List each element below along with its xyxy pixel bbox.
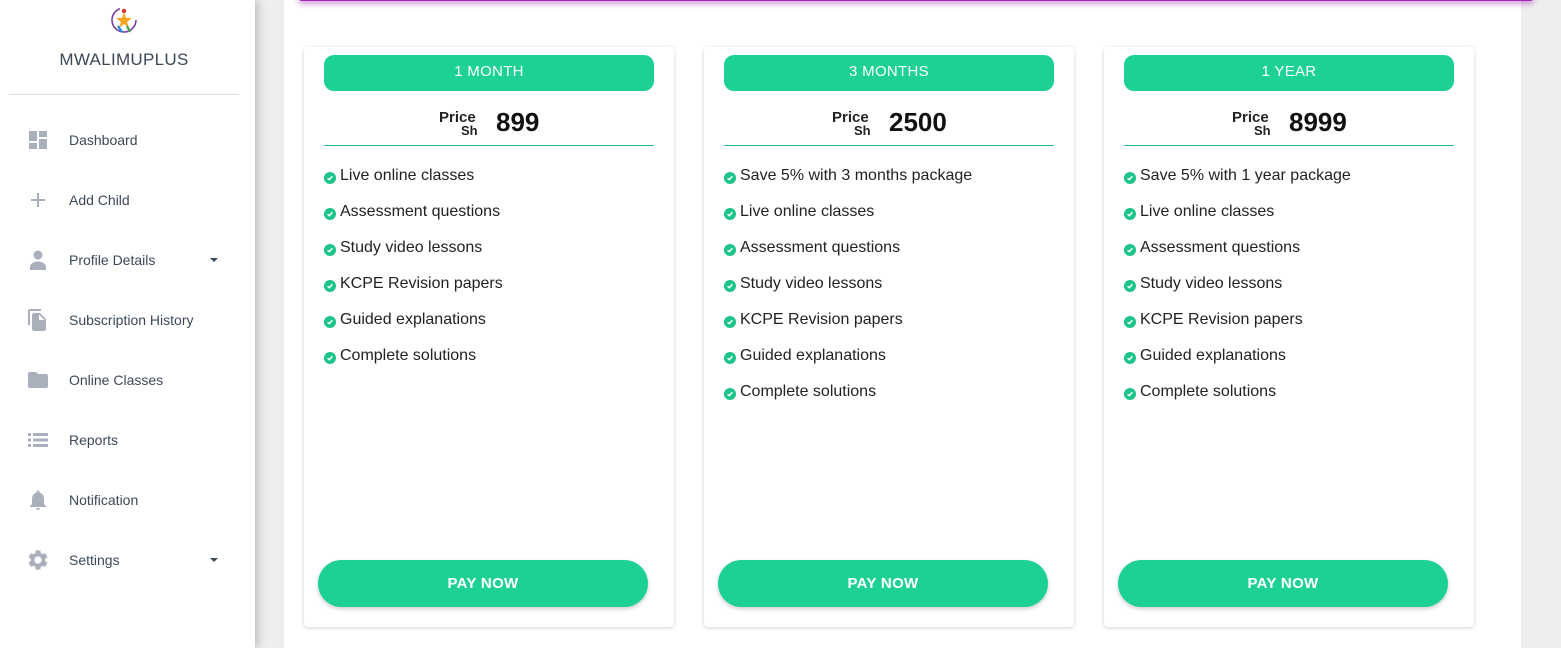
- price-currency: Sh: [854, 123, 871, 138]
- sidebar-item-add-child[interactable]: Add Child: [20, 180, 235, 220]
- feature-item: Live online classes: [724, 203, 972, 239]
- check-circle-icon: [724, 244, 736, 256]
- check-circle-icon: [324, 280, 336, 292]
- plan-title: 1 YEAR: [1124, 55, 1454, 91]
- sidebar-item-subscription-history[interactable]: Subscription History: [20, 300, 235, 340]
- check-circle-icon: [724, 280, 736, 292]
- check-circle-icon: [1124, 280, 1136, 292]
- sidebar-item-label: Online Classes: [69, 372, 164, 388]
- feature-item: Study video lessons: [724, 275, 972, 311]
- brand-name: MWALIMUPLUS: [59, 50, 189, 69]
- check-circle-icon: [1124, 388, 1136, 400]
- check-circle-icon: [724, 172, 736, 184]
- price-value: 2500: [889, 107, 947, 137]
- feature-item: Study video lessons: [1124, 275, 1351, 311]
- chevron-down-icon[interactable]: [210, 258, 218, 262]
- check-circle-icon: [724, 316, 736, 328]
- feature-item: Live online classes: [1124, 203, 1351, 239]
- feature-item: Assessment questions: [724, 239, 972, 275]
- feature-item: Guided explanations: [724, 347, 972, 383]
- logo-area: MWALIMUPLUS: [9, 0, 239, 95]
- feature-list: Live online classes Assessment questions…: [324, 167, 503, 383]
- pay-now-button[interactable]: PAY NOW: [1118, 560, 1448, 607]
- chevron-down-icon[interactable]: [210, 558, 218, 562]
- feature-item: Live online classes: [324, 167, 503, 203]
- header-strip: [298, 0, 1534, 1]
- plan-title: 1 MONTH: [324, 55, 654, 91]
- feature-item: Complete solutions: [724, 383, 972, 419]
- sidebar-item-dashboard[interactable]: Dashboard: [20, 120, 235, 160]
- price-currency: Sh: [1254, 123, 1271, 138]
- file-copy-icon: [20, 300, 58, 340]
- plan-title: 3 MONTHS: [724, 55, 1054, 91]
- feature-item: Complete solutions: [324, 347, 503, 383]
- list-icon: [20, 420, 58, 460]
- feature-item: Assessment questions: [324, 203, 503, 239]
- price-value: 899: [496, 107, 540, 137]
- feature-item: Save 5% with 1 year package: [1124, 167, 1351, 203]
- bell-icon: [20, 480, 58, 520]
- sidebar-item-reports[interactable]: Reports: [20, 420, 235, 460]
- check-circle-icon: [1124, 316, 1136, 328]
- check-circle-icon: [324, 352, 336, 364]
- sidebar-item-notification[interactable]: Notification: [20, 480, 235, 520]
- check-circle-icon: [324, 316, 336, 328]
- person-icon: [20, 240, 58, 280]
- feature-item: Complete solutions: [1124, 383, 1351, 419]
- check-circle-icon: [324, 172, 336, 184]
- check-circle-icon: [324, 208, 336, 220]
- feature-list: Save 5% with 1 year package Live online …: [1124, 167, 1351, 419]
- check-circle-icon: [324, 244, 336, 256]
- sidebar-item-label: Reports: [69, 432, 119, 448]
- check-circle-icon: [724, 352, 736, 364]
- folder-icon: [20, 360, 58, 400]
- sidebar-item-label: Profile Details: [69, 252, 156, 268]
- plan-card-3-months: 3 MONTHS Price Sh 2500 Save 5% with 3 mo…: [704, 47, 1074, 627]
- sidebar-item-label: Subscription History: [69, 312, 194, 328]
- price-value: 8999: [1289, 107, 1347, 137]
- feature-item: KCPE Revision papers: [324, 275, 503, 311]
- price-row: Price Sh 8999: [1124, 107, 1454, 146]
- feature-item: Save 5% with 3 months package: [724, 167, 972, 203]
- plan-card-1-month: 1 MONTH Price Sh 899 Live online classes…: [304, 47, 674, 627]
- sidebar-item-online-classes[interactable]: Online Classes: [20, 360, 235, 400]
- dashboard-icon: [20, 120, 58, 160]
- check-circle-icon: [1124, 172, 1136, 184]
- sidebar-item-settings[interactable]: Settings: [20, 540, 235, 580]
- pay-now-button[interactable]: PAY NOW: [318, 560, 648, 607]
- plus-icon: [20, 180, 58, 220]
- gear-icon: [20, 540, 58, 580]
- logo-icon[interactable]: [109, 4, 139, 36]
- feature-list: Save 5% with 3 months package Live onlin…: [724, 167, 972, 419]
- pay-now-button[interactable]: PAY NOW: [718, 560, 1048, 607]
- feature-item: Assessment questions: [1124, 239, 1351, 275]
- check-circle-icon: [1124, 208, 1136, 220]
- check-circle-icon: [724, 388, 736, 400]
- feature-item: KCPE Revision papers: [724, 311, 972, 347]
- check-circle-icon: [1124, 244, 1136, 256]
- check-circle-icon: [1124, 352, 1136, 364]
- price-row: Price Sh 899: [324, 107, 654, 146]
- sidebar-item-label: Dashboard: [69, 132, 138, 148]
- price-currency: Sh: [461, 123, 478, 138]
- sidebar-item-label: Notification: [69, 492, 139, 508]
- feature-item: Guided explanations: [324, 311, 503, 347]
- check-circle-icon: [724, 208, 736, 220]
- sidebar-item-label: Settings: [69, 552, 120, 568]
- price-row: Price Sh 2500: [724, 107, 1054, 146]
- sidebar-item-profile-details[interactable]: Profile Details: [20, 240, 235, 280]
- sidebar-item-label: Add Child: [69, 192, 130, 208]
- feature-item: Guided explanations: [1124, 347, 1351, 383]
- sidebar: MWALIMUPLUS Dashboard Add Child Profile …: [0, 0, 255, 648]
- plan-card-1-year: 1 YEAR Price Sh 8999 Save 5% with 1 year…: [1104, 47, 1474, 627]
- feature-item: Study video lessons: [324, 239, 503, 275]
- feature-item: KCPE Revision papers: [1124, 311, 1351, 347]
